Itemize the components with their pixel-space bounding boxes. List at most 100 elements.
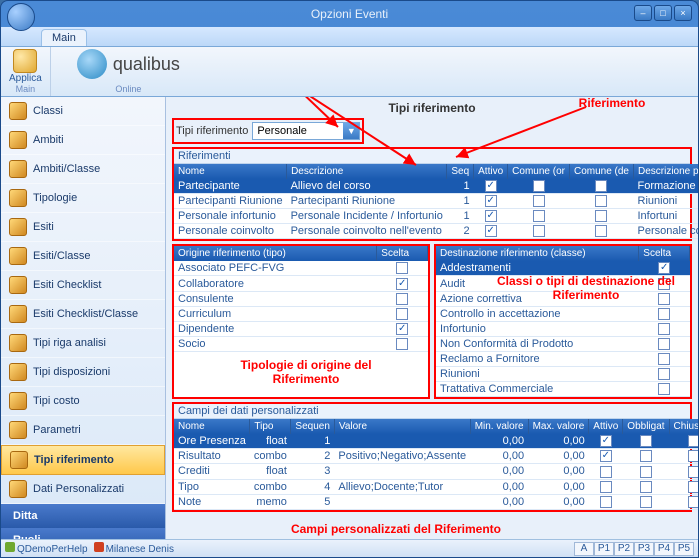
table-row[interactable]: Associato PEFC-FVG xyxy=(174,261,428,276)
checkbox[interactable] xyxy=(600,496,612,508)
col-header[interactable]: Attivo xyxy=(589,419,623,434)
col-header[interactable]: Nome xyxy=(174,164,287,179)
col-header[interactable]: Seq xyxy=(447,164,474,179)
checkbox[interactable] xyxy=(396,338,408,350)
filter-input[interactable] xyxy=(253,125,343,137)
checkbox[interactable] xyxy=(600,481,612,493)
col-header[interactable]: Valore xyxy=(334,419,470,434)
apply-icon[interactable] xyxy=(13,49,37,73)
table-row[interactable]: PartecipanteAllievo del corso1Formazione xyxy=(174,179,698,194)
table-row[interactable]: Creditifloat30,000,00 xyxy=(174,464,698,479)
checkbox[interactable] xyxy=(658,293,670,305)
checkbox[interactable] xyxy=(595,210,607,222)
table-row[interactable]: Controllo in accettazione xyxy=(436,306,690,321)
sidebar-item[interactable]: Tipi riferimento xyxy=(1,445,165,475)
table-row[interactable]: Audit xyxy=(436,276,690,291)
table-row[interactable]: Tipocombo4Allievo;Docente;Tutor0,000,00 xyxy=(174,479,698,494)
sidebar-item[interactable]: Classi xyxy=(1,97,165,126)
sidebar-item[interactable]: Tipi riga analisi xyxy=(1,329,165,358)
ribbon-tab-main[interactable]: Main xyxy=(41,29,87,46)
checkbox[interactable] xyxy=(396,278,408,290)
sidebar-item[interactable]: Esiti Checklist xyxy=(1,271,165,300)
checkbox[interactable] xyxy=(600,450,612,462)
sidebar-item[interactable]: Esiti/Classe xyxy=(1,242,165,271)
table-row[interactable]: Riunioni xyxy=(436,367,690,382)
sidebar-item[interactable]: Ambiti xyxy=(1,126,165,155)
table-row[interactable]: Dipendente xyxy=(174,321,428,336)
sidebar-item[interactable]: Esiti Checklist/Classe xyxy=(1,300,165,329)
checkbox[interactable] xyxy=(658,353,670,365)
sidebar-item[interactable]: Tipologie xyxy=(1,184,165,213)
checkbox[interactable] xyxy=(688,450,698,462)
checkbox[interactable] xyxy=(658,338,670,350)
maximize-button[interactable]: □ xyxy=(654,5,672,21)
status-page-button[interactable]: P2 xyxy=(614,542,634,556)
table-row[interactable]: Notememo50,000,00 xyxy=(174,494,698,509)
checkbox[interactable] xyxy=(658,262,670,274)
sidebar-sep-ditta[interactable]: Ditta xyxy=(1,504,165,528)
checkbox[interactable] xyxy=(533,195,545,207)
checkbox[interactable] xyxy=(658,368,670,380)
checkbox[interactable] xyxy=(688,435,698,447)
col-header[interactable]: Chiusura xyxy=(669,419,698,434)
status-page-button[interactable]: P4 xyxy=(654,542,674,556)
col-header[interactable]: Tipo xyxy=(250,419,291,434)
table-row[interactable]: Personale coinvoltoPersonale coinvolto n… xyxy=(174,224,698,239)
checkbox[interactable] xyxy=(640,435,652,447)
checkbox[interactable] xyxy=(485,210,497,222)
checkbox[interactable] xyxy=(595,195,607,207)
checkbox[interactable] xyxy=(600,435,612,447)
sidebar-item[interactable]: Tipi disposizioni xyxy=(1,358,165,387)
table-row[interactable]: Azione correttiva xyxy=(436,291,690,306)
checkbox[interactable] xyxy=(640,481,652,493)
table-row[interactable]: Trattativa Commerciale xyxy=(436,382,690,397)
checkbox[interactable] xyxy=(688,496,698,508)
table-row[interactable]: Partecipanti RiunionePartecipanti Riunio… xyxy=(174,194,698,209)
col-header[interactable]: Descrizione xyxy=(287,164,447,179)
sidebar-item[interactable]: Tipi costo xyxy=(1,387,165,416)
col-header[interactable]: Min. valore xyxy=(470,419,528,434)
table-row[interactable]: Infortunio xyxy=(436,321,690,336)
checkbox[interactable] xyxy=(600,466,612,478)
checkbox[interactable] xyxy=(485,225,497,237)
checkbox[interactable] xyxy=(688,481,698,493)
table-row[interactable]: Addestramenti xyxy=(436,261,690,276)
checkbox[interactable] xyxy=(640,496,652,508)
checkbox[interactable] xyxy=(396,262,408,274)
checkbox[interactable] xyxy=(640,450,652,462)
col-header[interactable]: Descrizione per Tab Collegamenti xyxy=(634,164,699,179)
checkbox[interactable] xyxy=(640,466,652,478)
col-header[interactable]: Obbligat xyxy=(623,419,669,434)
table-row[interactable]: Risultatocombo2Positivo;Negativo;Assente… xyxy=(174,449,698,464)
col-header[interactable]: Max. valore xyxy=(528,419,589,434)
status-page-button[interactable]: P5 xyxy=(674,542,694,556)
table-row[interactable]: Collaboratore xyxy=(174,276,428,291)
col-header[interactable]: Comune (de xyxy=(569,164,633,179)
checkbox[interactable] xyxy=(658,308,670,320)
col-header[interactable]: Sequen xyxy=(291,419,334,434)
checkbox[interactable] xyxy=(533,210,545,222)
col-header[interactable]: Nome xyxy=(174,419,250,434)
table-row[interactable]: Non Conformità di Prodotto xyxy=(436,336,690,351)
table-row[interactable]: Consulente xyxy=(174,291,428,306)
checkbox[interactable] xyxy=(658,278,670,290)
sidebar-item[interactable]: Dati Personalizzati xyxy=(1,475,165,504)
checkbox[interactable] xyxy=(533,225,545,237)
sidebar-item[interactable]: Parametri xyxy=(1,416,165,445)
checkbox[interactable] xyxy=(396,323,408,335)
col-header[interactable]: Attivo xyxy=(474,164,508,179)
minimize-button[interactable]: – xyxy=(634,5,652,21)
sidebar-item[interactable]: Ambiti/Classe xyxy=(1,155,165,184)
checkbox[interactable] xyxy=(485,195,497,207)
close-button[interactable]: × xyxy=(674,5,692,21)
checkbox[interactable] xyxy=(396,308,408,320)
checkbox[interactable] xyxy=(485,180,497,192)
status-page-button[interactable]: P3 xyxy=(634,542,654,556)
table-row[interactable]: Socio xyxy=(174,336,428,351)
table-row[interactable]: Personale infortunioPersonale Incidente … xyxy=(174,209,698,224)
chevron-down-icon[interactable]: ▼ xyxy=(343,123,359,139)
checkbox[interactable] xyxy=(595,225,607,237)
checkbox[interactable] xyxy=(658,383,670,395)
checkbox[interactable] xyxy=(533,180,545,192)
checkbox[interactable] xyxy=(396,293,408,305)
